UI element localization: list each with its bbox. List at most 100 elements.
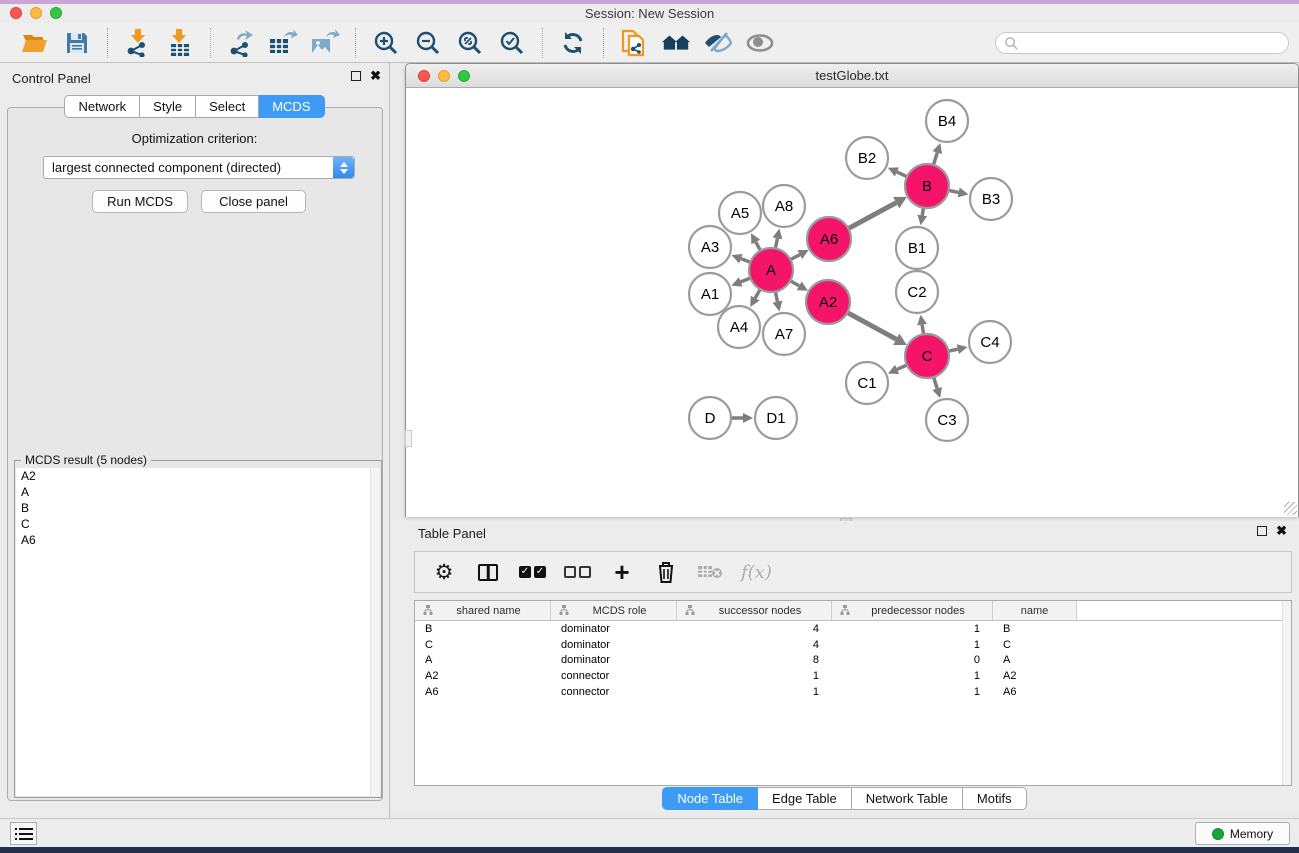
task-history-button[interactable] <box>10 822 37 845</box>
import-table-icon[interactable] <box>165 28 195 58</box>
cell-predecessor-nodes[interactable]: 1 <box>832 686 993 698</box>
node-B2[interactable]: B2 <box>846 137 888 179</box>
edge-A-A6[interactable] <box>790 255 799 260</box>
cell-predecessor-nodes[interactable]: 0 <box>832 654 993 666</box>
network-graph[interactable]: B4B2BB3A5A8A6B1A3AC2A1A2A4A7C4CC1C3DD1 <box>406 89 1298 517</box>
cell-name[interactable]: B <box>993 623 1077 635</box>
save-session-icon[interactable] <box>62 28 92 58</box>
table-row[interactable]: A2connector11A2 <box>415 668 1291 684</box>
edge-C-C2[interactable] <box>922 325 924 335</box>
edge-C-C3[interactable] <box>934 377 938 389</box>
mcds-result-item[interactable]: C <box>16 516 380 532</box>
float-table-panel-icon[interactable] <box>1257 526 1267 536</box>
tab-select[interactable]: Select <box>196 95 259 118</box>
cell-shared-name[interactable]: A <box>415 654 551 666</box>
zoom-selected-icon[interactable] <box>497 28 527 58</box>
tab-mcds[interactable]: MCDS <box>259 95 324 118</box>
export-network-icon[interactable] <box>226 28 256 58</box>
tab-edge-table[interactable]: Edge Table <box>758 787 852 810</box>
cell-successor-nodes[interactable]: 8 <box>677 654 832 666</box>
checked-boxes-icon[interactable]: ✓✓ <box>519 557 546 587</box>
cell-predecessor-nodes[interactable]: 1 <box>832 623 993 635</box>
edge-B-B1[interactable] <box>922 208 923 216</box>
optimization-criterion-select[interactable]: largest connected component (directed) <box>43 156 355 179</box>
node-A1[interactable]: A1 <box>689 273 731 315</box>
edge-A6-B[interactable] <box>848 203 896 229</box>
node-table[interactable]: shared nameMCDS rolesuccessor nodesprede… <box>414 600 1292 786</box>
resize-grip-icon[interactable] <box>1284 502 1297 515</box>
close-table-panel-icon[interactable]: ✖ <box>1276 526 1287 536</box>
panel-collapse-handle[interactable] <box>405 430 412 447</box>
cell-predecessor-nodes[interactable]: 1 <box>832 670 993 682</box>
network-view-window[interactable]: testGlobe.txt B4B2BB3A5A8A6B1A3AC2A1A2A4… <box>405 63 1299 517</box>
column-header-name[interactable]: name <box>993 601 1077 620</box>
edge-A-A1[interactable] <box>741 278 751 282</box>
export-image-icon[interactable] <box>310 28 340 58</box>
edge-B-B2[interactable] <box>897 172 907 177</box>
cell-successor-nodes[interactable]: 1 <box>677 686 832 698</box>
network-documents-icon[interactable] <box>619 28 649 58</box>
table-row[interactable]: Cdominator41C <box>415 637 1291 653</box>
tab-network-table[interactable]: Network Table <box>852 787 963 810</box>
unchecked-boxes-icon[interactable] <box>564 557 591 587</box>
delete-column-icon[interactable] <box>653 557 679 587</box>
mcds-result-item[interactable]: A <box>16 484 380 500</box>
edge-C-C1[interactable] <box>897 365 907 369</box>
edge-A-A4[interactable] <box>755 289 760 298</box>
cell-shared-name[interactable]: B <box>415 623 551 635</box>
cell-name[interactable]: C <box>993 639 1077 651</box>
home-icon[interactable] <box>661 28 691 58</box>
node-C3[interactable]: C3 <box>926 399 968 441</box>
edge-A-A2[interactable] <box>790 281 799 286</box>
cell-MCDS-role[interactable]: connector <box>551 686 677 698</box>
scrollbar-track[interactable] <box>370 468 380 796</box>
mcds-result-list[interactable]: A2ABCA6 <box>16 468 380 796</box>
cell-shared-name[interactable]: C <box>415 639 551 651</box>
cell-predecessor-nodes[interactable]: 1 <box>832 639 993 651</box>
table-row[interactable]: A6connector11A6 <box>415 684 1291 700</box>
network-window-titlebar[interactable]: testGlobe.txt <box>406 64 1298 88</box>
node-A2[interactable]: A2 <box>806 280 850 324</box>
cell-name[interactable]: A6 <box>993 686 1077 698</box>
column-header-shared-name[interactable]: shared name <box>415 601 551 620</box>
open-file-icon[interactable] <box>20 28 50 58</box>
node-A[interactable]: A <box>749 248 793 292</box>
zoom-in-icon[interactable] <box>371 28 401 58</box>
network-canvas[interactable]: B4B2BB3A5A8A6B1A3AC2A1A2A4A7C4CC1C3DD1 <box>406 89 1298 517</box>
float-panel-icon[interactable] <box>351 71 361 81</box>
split-columns-icon[interactable] <box>475 557 501 587</box>
zoom-out-icon[interactable] <box>413 28 443 58</box>
node-B3[interactable]: B3 <box>970 178 1012 220</box>
cell-successor-nodes[interactable]: 4 <box>677 623 832 635</box>
node-A3[interactable]: A3 <box>689 226 731 268</box>
column-header-predecessor-nodes[interactable]: predecessor nodes <box>832 601 993 620</box>
search-input[interactable] <box>995 32 1289 54</box>
cell-shared-name[interactable]: A2 <box>415 670 551 682</box>
cell-successor-nodes[interactable]: 4 <box>677 639 832 651</box>
close-panel-icon[interactable]: ✖ <box>370 71 381 81</box>
cell-name[interactable]: A <box>993 654 1077 666</box>
table-scrollbar-track[interactable] <box>1282 601 1291 785</box>
table-row[interactable]: Adominator80A <box>415 653 1291 669</box>
mcds-result-item[interactable]: A2 <box>16 468 380 484</box>
memory-button[interactable]: Memory <box>1195 822 1290 845</box>
cell-MCDS-role[interactable]: connector <box>551 670 677 682</box>
node-A6[interactable]: A6 <box>807 217 851 261</box>
cell-MCDS-role[interactable]: dominator <box>551 623 677 635</box>
edge-A-A7[interactable] <box>775 292 777 302</box>
node-C[interactable]: C <box>905 334 949 378</box>
gear-icon[interactable]: ⚙ <box>431 557 457 587</box>
delete-table-icon[interactable] <box>697 557 723 587</box>
node-D1[interactable]: D1 <box>755 397 797 439</box>
function-builder-icon[interactable]: f(x) <box>741 557 772 587</box>
export-table-icon[interactable] <box>268 28 298 58</box>
import-network-icon[interactable] <box>123 28 153 58</box>
node-B[interactable]: B <box>905 164 949 208</box>
refresh-icon[interactable] <box>558 28 588 58</box>
close-panel-button[interactable]: Close panel <box>201 190 306 213</box>
show-eye-icon[interactable] <box>745 28 775 58</box>
tab-network[interactable]: Network <box>64 95 140 118</box>
node-A5[interactable]: A5 <box>719 192 761 234</box>
node-D[interactable]: D <box>689 397 731 439</box>
edge-A-A3[interactable] <box>741 259 751 263</box>
